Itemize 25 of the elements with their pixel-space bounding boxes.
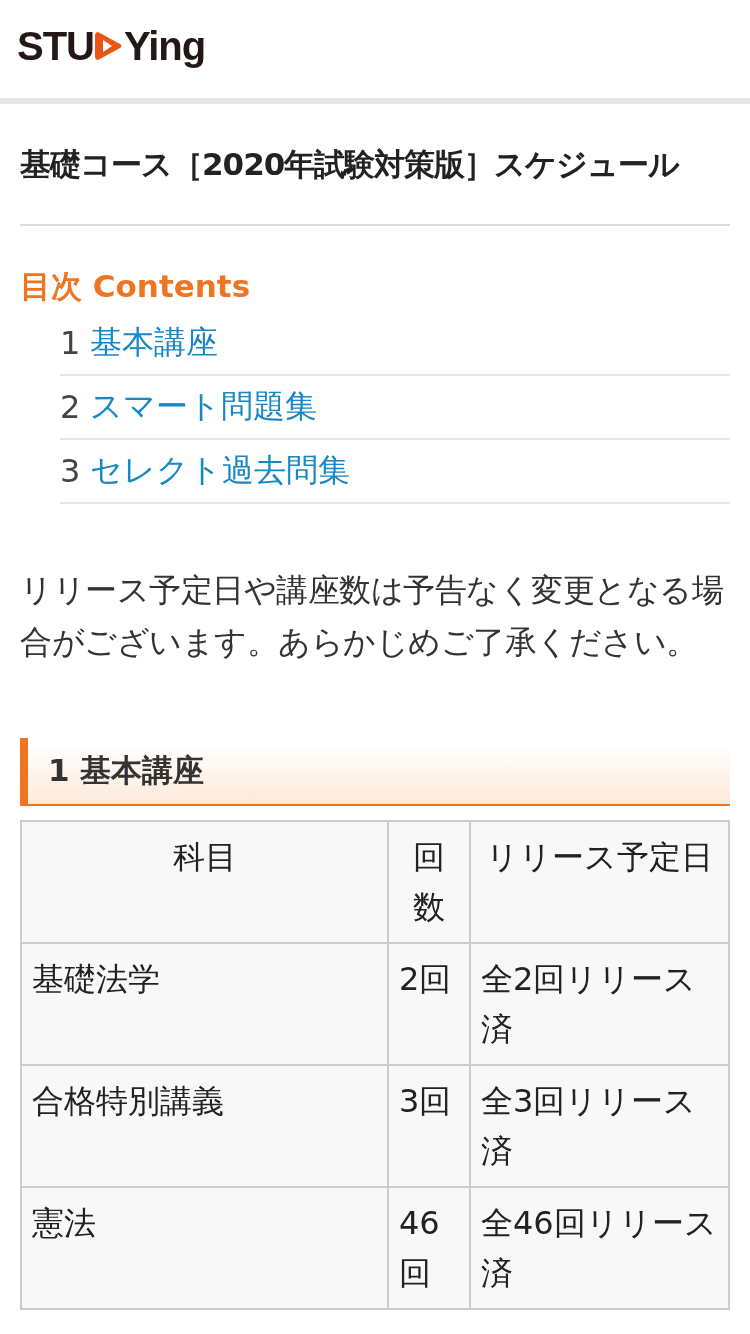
table-cell: 3回 [388, 1065, 470, 1187]
column-header: 回数 [388, 821, 470, 943]
table-cell: 全2回リリース済 [470, 943, 729, 1065]
notice-text: リリース予定日や講座数は予告なく変更となる場合がございます。あらかじめご了承ください。 [20, 570, 724, 663]
table-cell: 46回 [388, 1187, 470, 1309]
play-icon [95, 30, 123, 62]
contents-link[interactable]: スマート問題集 [90, 385, 318, 429]
table-cell: 憲法 [21, 1187, 388, 1309]
section-heading: 1 基本講座 [20, 738, 730, 806]
contents-link[interactable]: 基本講座 [90, 321, 219, 365]
table-cell: 2回 [388, 943, 470, 1065]
item-number: 3 [60, 452, 81, 490]
logo-text: STU [17, 24, 94, 68]
item-number: 2 [60, 388, 81, 426]
contents-link[interactable]: セレクト過去問集 [90, 449, 351, 493]
table-cell: 合格特別講義 [21, 1065, 388, 1187]
item-number: 1 [60, 324, 81, 362]
column-header: 科目 [21, 821, 388, 943]
column-header: リリース予定日 [470, 821, 729, 943]
table-cell: 基礎法学 [21, 943, 388, 1065]
table-cell: 全3回リリース済 [470, 1065, 729, 1187]
page-title: 基礎コース［2020年試験対策版］スケジュール [20, 145, 681, 184]
table-cell: 全46回リリース済 [470, 1187, 729, 1309]
contents-heading: 目次 Contents [20, 267, 251, 306]
logo-text: Ying [124, 24, 206, 68]
